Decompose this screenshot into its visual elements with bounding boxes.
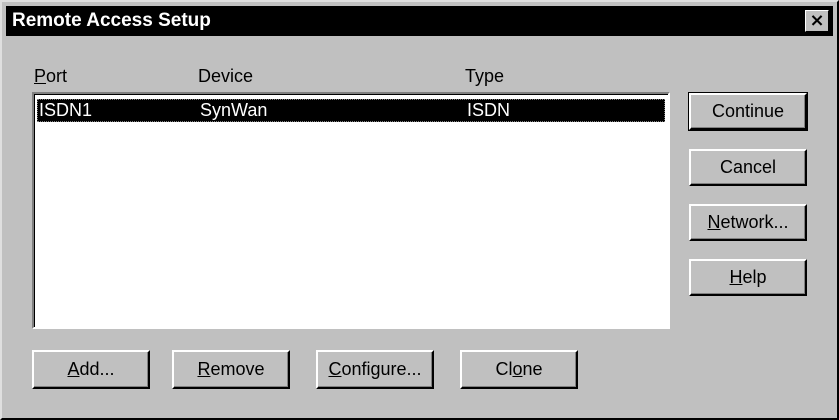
type-cell: ISDN (467, 100, 511, 120)
remove-mnemonic: R (197, 359, 211, 379)
column-header-device: Device (198, 66, 254, 86)
network-label-rest: etwork... (720, 212, 789, 232)
clone-label-prefix: Cl (495, 359, 513, 379)
help-button[interactable]: Help (689, 259, 807, 296)
device-cell: SynWan (200, 100, 268, 120)
remove-button[interactable]: Remove (172, 350, 290, 389)
port-cell: ISDN1 (39, 100, 93, 120)
clone-mnemonic: o (512, 359, 523, 379)
clone-button[interactable]: Clone (460, 350, 578, 389)
continue-button[interactable]: Continue (688, 92, 808, 131)
network-button[interactable]: Network... (689, 204, 807, 241)
port-mnemonic: P (34, 66, 47, 86)
cancel-label: Cancel (719, 157, 777, 177)
clone-label-rest: ne (522, 359, 543, 379)
configure-label-rest: onfigure... (341, 359, 422, 379)
add-mnemonic: A (67, 359, 80, 379)
continue-label: Continue (711, 101, 785, 121)
column-header-type: Type (465, 66, 505, 86)
title-bar[interactable]: Remote Access Setup × (6, 6, 833, 36)
configure-mnemonic: C (328, 359, 342, 379)
help-label-rest: elp (742, 267, 767, 287)
cancel-button[interactable]: Cancel (689, 149, 807, 186)
add-label-rest: dd... (79, 359, 115, 379)
list-item[interactable]: ISDN1 SynWan ISDN (37, 99, 665, 122)
column-header-port: Port (34, 66, 67, 87)
help-mnemonic: H (729, 267, 743, 287)
window-title: Remote Access Setup (12, 10, 211, 31)
port-list[interactable]: ISDN1 SynWan ISDN (32, 92, 670, 329)
remote-access-setup-dialog: Remote Access Setup × Port Device Type I… (0, 0, 839, 420)
remove-label-rest: emove (210, 359, 265, 379)
network-mnemonic: N (707, 212, 721, 232)
close-icon: × (809, 10, 825, 31)
close-button[interactable]: × (805, 10, 829, 32)
configure-button[interactable]: Configure... (316, 350, 434, 389)
add-button[interactable]: Add... (32, 350, 150, 389)
port-label-rest: ort (46, 66, 68, 86)
